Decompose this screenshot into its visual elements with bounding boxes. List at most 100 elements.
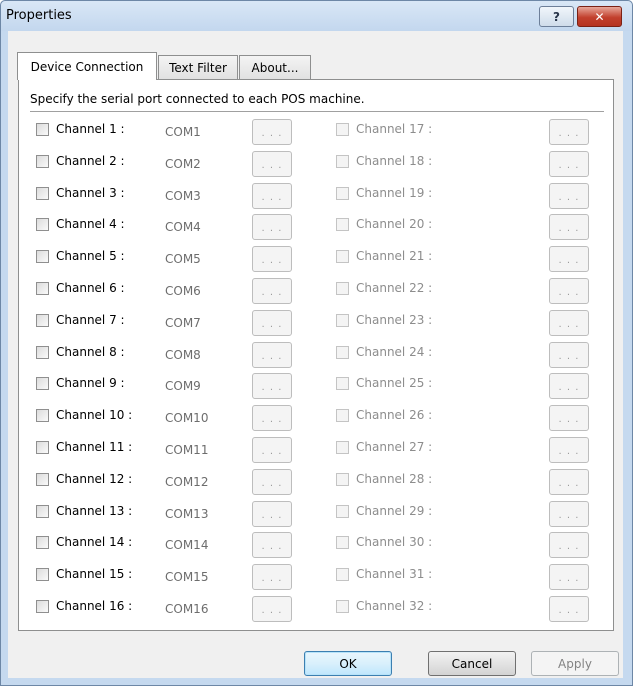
browse-port-button[interactable]: . . . bbox=[252, 373, 292, 399]
com-port-value: COM9 bbox=[165, 379, 201, 393]
browse-port-button[interactable]: . . . bbox=[252, 246, 292, 272]
channel-checkbox[interactable] bbox=[36, 250, 49, 263]
channel-checkbox[interactable] bbox=[36, 473, 49, 486]
browse-port-button[interactable]: . . . bbox=[252, 564, 292, 590]
channel-checkbox[interactable] bbox=[36, 282, 49, 295]
browse-port-button[interactable]: . . . bbox=[549, 501, 589, 527]
channel-label: Channel 2 : bbox=[56, 154, 125, 168]
com-port-value: COM13 bbox=[165, 507, 209, 521]
channel-label: Channel 10 : bbox=[56, 408, 133, 422]
channel-checkbox[interactable] bbox=[36, 600, 49, 613]
dialog-client-area: Device Connection Text Filter About... S… bbox=[8, 31, 623, 678]
apply-button[interactable]: Apply bbox=[531, 651, 619, 676]
properties-dialog: Properties ? ✕ Device Connection Text Fi… bbox=[0, 0, 633, 686]
title-bar[interactable]: Properties ? ✕ bbox=[1, 1, 632, 31]
com-port-value: COM8 bbox=[165, 348, 201, 362]
channel-checkbox[interactable] bbox=[36, 505, 49, 518]
channel-checkbox[interactable] bbox=[36, 377, 49, 390]
channel-checkbox[interactable] bbox=[36, 409, 49, 422]
browse-port-button[interactable]: . . . bbox=[549, 405, 589, 431]
browse-port-button[interactable]: . . . bbox=[252, 214, 292, 240]
browse-port-button[interactable]: . . . bbox=[252, 596, 292, 622]
browse-port-button[interactable]: . . . bbox=[549, 151, 589, 177]
browse-port-button[interactable]: . . . bbox=[549, 564, 589, 590]
help-button[interactable]: ? bbox=[539, 6, 574, 27]
browse-port-button[interactable]: . . . bbox=[549, 532, 589, 558]
com-port-value: COM7 bbox=[165, 316, 201, 330]
channel-label: Channel 8 : bbox=[56, 345, 125, 359]
channel-checkbox[interactable] bbox=[336, 250, 349, 263]
tab-text-filter[interactable]: Text Filter bbox=[158, 55, 238, 79]
browse-port-button[interactable]: . . . bbox=[252, 151, 292, 177]
browse-port-button[interactable]: . . . bbox=[549, 214, 589, 240]
channel-checkbox[interactable] bbox=[336, 123, 349, 136]
com-port-value: COM10 bbox=[165, 411, 209, 425]
channel-checkbox[interactable] bbox=[36, 123, 49, 136]
ok-button[interactable]: OK bbox=[304, 651, 392, 676]
channel-label: Channel 4 : bbox=[56, 217, 125, 231]
browse-port-button[interactable]: . . . bbox=[549, 437, 589, 463]
cancel-button-label: Cancel bbox=[451, 656, 493, 671]
channel-checkbox[interactable] bbox=[336, 473, 349, 486]
channel-label: Channel 5 : bbox=[56, 249, 125, 263]
channel-label: Channel 19 : bbox=[356, 186, 433, 200]
browse-port-button[interactable]: . . . bbox=[549, 246, 589, 272]
com-port-value: COM16 bbox=[165, 602, 209, 616]
channel-checkbox[interactable] bbox=[336, 600, 349, 613]
browse-port-button[interactable]: . . . bbox=[252, 183, 292, 209]
channel-checkbox[interactable] bbox=[36, 536, 49, 549]
channel-checkbox[interactable] bbox=[336, 409, 349, 422]
channel-checkbox[interactable] bbox=[336, 314, 349, 327]
browse-port-button[interactable]: . . . bbox=[549, 310, 589, 336]
channel-checkbox[interactable] bbox=[336, 568, 349, 581]
browse-port-button[interactable]: . . . bbox=[252, 310, 292, 336]
browse-port-button[interactable]: . . . bbox=[252, 342, 292, 368]
channel-checkbox[interactable] bbox=[36, 314, 49, 327]
browse-port-button[interactable]: . . . bbox=[252, 278, 292, 304]
com-port-value: COM2 bbox=[165, 157, 201, 171]
channel-checkbox[interactable] bbox=[336, 377, 349, 390]
browse-port-button[interactable]: . . . bbox=[549, 596, 589, 622]
browse-port-button[interactable]: . . . bbox=[252, 532, 292, 558]
browse-port-button[interactable]: . . . bbox=[252, 501, 292, 527]
browse-port-button[interactable]: . . . bbox=[549, 342, 589, 368]
channel-label: Channel 6 : bbox=[56, 281, 125, 295]
ok-button-label: OK bbox=[339, 656, 357, 671]
channel-checkbox[interactable] bbox=[36, 568, 49, 581]
browse-port-button[interactable]: . . . bbox=[549, 278, 589, 304]
com-port-value: COM5 bbox=[165, 252, 201, 266]
com-port-value: COM6 bbox=[165, 284, 201, 298]
channel-checkbox[interactable] bbox=[36, 346, 49, 359]
channel-checkbox[interactable] bbox=[336, 536, 349, 549]
tab-about[interactable]: About... bbox=[239, 55, 311, 79]
channel-checkbox[interactable] bbox=[36, 218, 49, 231]
close-button[interactable]: ✕ bbox=[577, 6, 622, 27]
browse-port-button[interactable]: . . . bbox=[252, 119, 292, 145]
browse-port-button[interactable]: . . . bbox=[549, 373, 589, 399]
channel-checkbox[interactable] bbox=[36, 441, 49, 454]
channel-label: Channel 24 : bbox=[356, 345, 433, 359]
channel-checkbox[interactable] bbox=[336, 505, 349, 518]
channel-label: Channel 27 : bbox=[356, 440, 433, 454]
browse-port-button[interactable]: . . . bbox=[549, 183, 589, 209]
close-icon: ✕ bbox=[594, 9, 605, 24]
com-port-value: COM15 bbox=[165, 570, 209, 584]
channel-checkbox[interactable] bbox=[336, 187, 349, 200]
channel-label: Channel 18 : bbox=[356, 154, 433, 168]
tab-device-connection[interactable]: Device Connection bbox=[17, 52, 157, 80]
browse-port-button[interactable]: . . . bbox=[252, 405, 292, 431]
channel-checkbox[interactable] bbox=[336, 155, 349, 168]
channel-checkbox[interactable] bbox=[336, 282, 349, 295]
browse-port-button[interactable]: . . . bbox=[252, 437, 292, 463]
instruction-text: Specify the serial port connected to eac… bbox=[30, 92, 365, 106]
browse-port-button[interactable]: . . . bbox=[252, 469, 292, 495]
browse-port-button[interactable]: . . . bbox=[549, 469, 589, 495]
channel-checkbox[interactable] bbox=[336, 441, 349, 454]
channel-checkbox[interactable] bbox=[336, 346, 349, 359]
com-port-value: COM12 bbox=[165, 475, 209, 489]
browse-port-button[interactable]: . . . bbox=[549, 119, 589, 145]
channel-checkbox[interactable] bbox=[336, 218, 349, 231]
channel-checkbox[interactable] bbox=[36, 187, 49, 200]
cancel-button[interactable]: Cancel bbox=[428, 651, 516, 676]
channel-checkbox[interactable] bbox=[36, 155, 49, 168]
